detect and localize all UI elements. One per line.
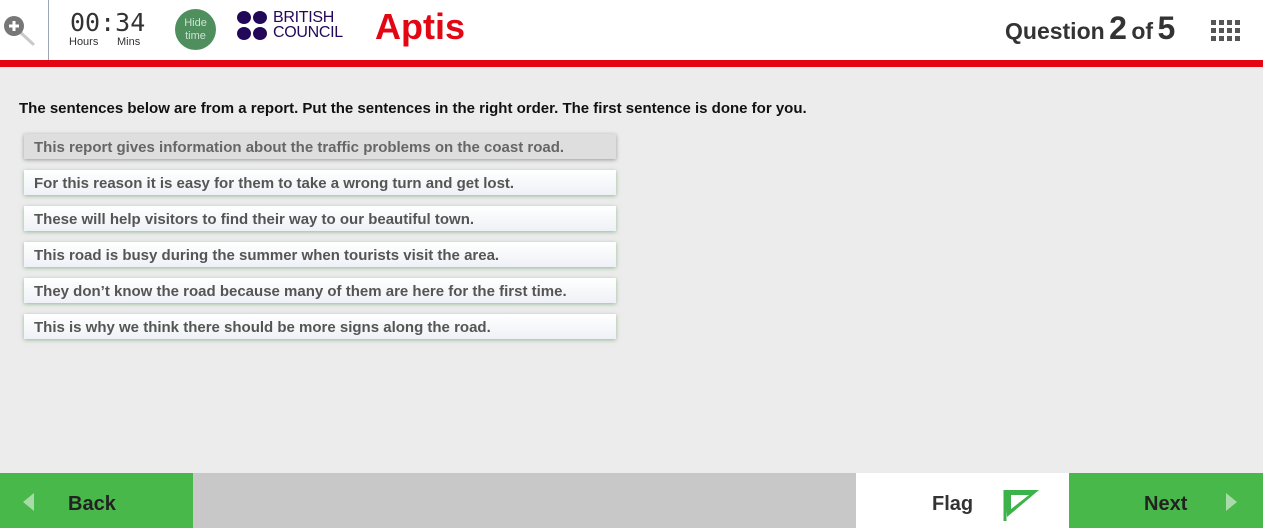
timer-hours-label: Hours	[69, 36, 99, 48]
flag-label: Flag	[932, 493, 974, 515]
flag-button[interactable]: Flag	[856, 473, 1069, 528]
british-council-dots-icon	[237, 11, 269, 41]
arrow-left-icon	[23, 493, 34, 511]
british-council-logo: BRITISH COUNCIL	[237, 10, 347, 42]
back-label: Back	[68, 493, 116, 515]
question-total: 5	[1157, 10, 1176, 46]
flag-icon	[1003, 490, 1039, 521]
question-grid-icon[interactable]	[1211, 20, 1241, 42]
aptis-logo: Aptis	[375, 6, 465, 47]
next-label: Next	[1144, 493, 1188, 515]
sentence-draggable[interactable]: They don’t know the road because many of…	[24, 278, 616, 303]
question-of-label: of	[1131, 18, 1154, 44]
british-council-wordmark: BRITISH COUNCIL	[273, 9, 343, 41]
sentence-draggable[interactable]: This is why we think there should be mor…	[24, 314, 616, 339]
next-button[interactable]: Next	[1069, 473, 1263, 528]
header-divider	[0, 60, 1263, 67]
sentence-draggable[interactable]: For this reason it is easy for them to t…	[24, 170, 616, 195]
footer-spacer	[193, 473, 856, 528]
sentence-draggable[interactable]: This road is busy during the summer when…	[24, 242, 616, 267]
zoom-in-icon	[4, 16, 35, 46]
question-label: Question	[1005, 18, 1105, 44]
back-button[interactable]: Back	[0, 473, 193, 528]
sentence-fixed-first: This report gives information about the …	[24, 134, 616, 159]
timer-value: 00:34	[70, 8, 146, 37]
arrow-right-icon	[1226, 493, 1237, 511]
zoom-button[interactable]	[0, 0, 49, 60]
sentence-draggable[interactable]: These will help visitors to find their w…	[24, 206, 616, 231]
instructions: The sentences below are from a report. P…	[19, 100, 807, 117]
question-current: 2	[1109, 10, 1127, 46]
timer-mins-label: Mins	[117, 36, 141, 48]
hide-time-button[interactable]: Hide time	[175, 9, 216, 50]
question-counter: Question 2 of 5	[1005, 10, 1175, 47]
top-bar: 00:34 Hours Mins Hide time BRITISH COUNC…	[0, 0, 1263, 60]
timer: 00:34 Hours Mins	[60, 8, 160, 52]
